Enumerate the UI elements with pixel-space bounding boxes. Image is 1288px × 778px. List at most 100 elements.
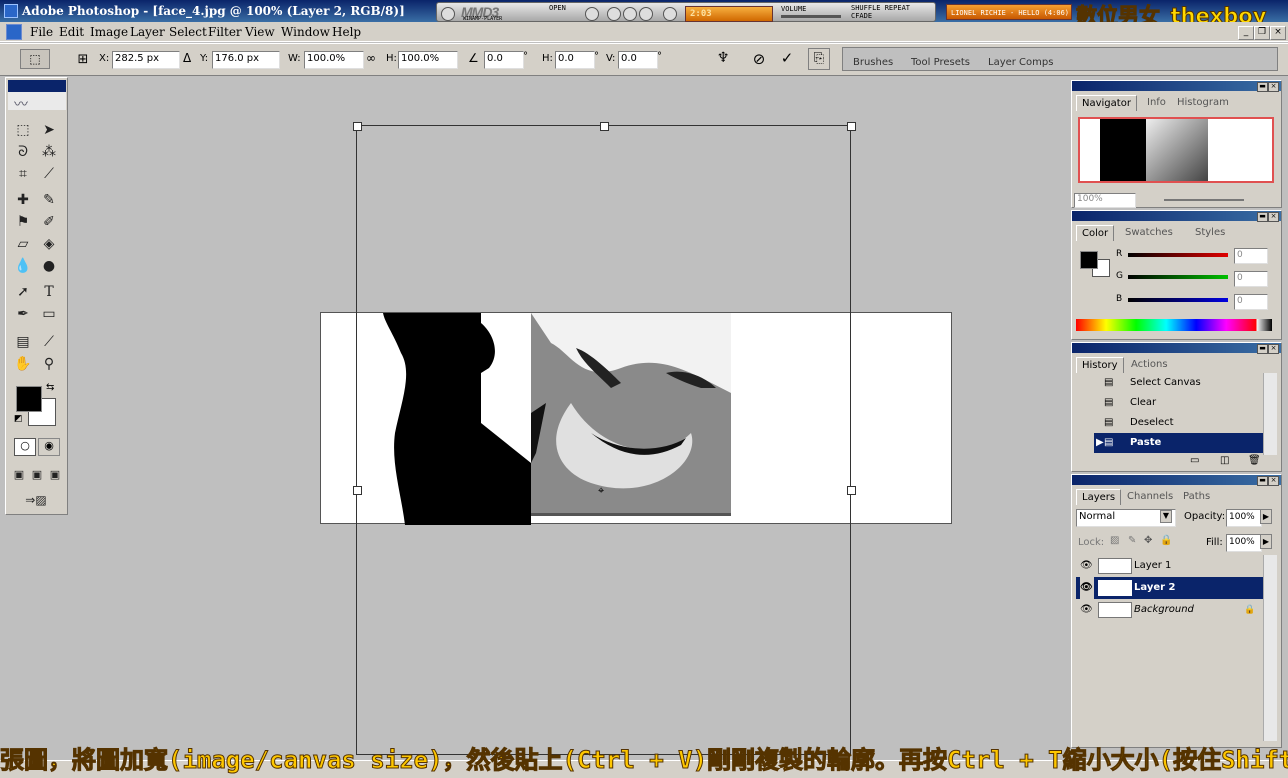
menu-view[interactable]: View: [245, 25, 275, 39]
tab-actions[interactable]: Actions: [1126, 357, 1173, 372]
navigator-zoom-field[interactable]: 100%: [1074, 193, 1136, 208]
hskew-field[interactable]: 0.0: [555, 51, 595, 69]
r-slider[interactable]: [1128, 253, 1228, 257]
blend-mode-dropdown-icon[interactable]: ▼: [1160, 510, 1172, 523]
transform-tool-preset-icon[interactable]: ⬚: [20, 49, 50, 69]
color-close-icon[interactable]: ×: [1268, 212, 1279, 222]
menu-select[interactable]: Select: [169, 25, 207, 39]
tab-histogram[interactable]: Histogram: [1172, 95, 1234, 110]
foreground-color-swatch[interactable]: [16, 386, 42, 412]
screen-mode-full-menu-icon[interactable]: ▣: [28, 464, 46, 484]
menu-help[interactable]: Help: [332, 25, 361, 39]
height-field[interactable]: 100.0%: [398, 51, 458, 69]
marquee-tool-icon[interactable]: ⬚: [12, 120, 34, 140]
visibility-eye-icon[interactable]: 👁: [1080, 599, 1093, 621]
blur-tool-icon[interactable]: 💧: [12, 256, 34, 276]
menu-layer[interactable]: Layer: [130, 25, 165, 39]
history-minimize-icon[interactable]: ▬: [1257, 344, 1268, 354]
visibility-eye-icon[interactable]: 👁: [1080, 555, 1093, 577]
transform-handle-top-left[interactable]: [353, 122, 362, 131]
stop-icon[interactable]: [639, 7, 653, 21]
reference-point-icon[interactable]: ⊞: [74, 50, 92, 68]
vskew-field[interactable]: 0.0: [618, 51, 658, 69]
opacity-field[interactable]: 100%: [1226, 509, 1262, 527]
navigator-preview[interactable]: [1078, 117, 1274, 183]
history-close-icon[interactable]: ×: [1268, 344, 1279, 354]
navigator-zoom-slider[interactable]: [1164, 199, 1244, 201]
r-field[interactable]: 0: [1234, 248, 1268, 264]
lock-all-icon[interactable]: 🔒: [1160, 535, 1172, 546]
x-field[interactable]: 282.5 px: [112, 51, 180, 69]
tab-info[interactable]: Info: [1142, 95, 1171, 110]
layers-minimize-icon[interactable]: ▬: [1257, 476, 1268, 486]
tab-channels[interactable]: Channels: [1122, 489, 1178, 504]
dodge-tool-icon[interactable]: ●: [38, 256, 60, 276]
layers-close-icon[interactable]: ×: [1268, 476, 1279, 486]
fill-field[interactable]: 100%: [1226, 534, 1262, 552]
history-item-selected[interactable]: ▶ ▤ Paste: [1094, 433, 1266, 453]
tab-navigator[interactable]: Navigator: [1076, 95, 1137, 111]
zoom-tool-icon[interactable]: ⚲: [38, 354, 60, 374]
transform-bounding-box[interactable]: [356, 125, 851, 755]
magic-wand-icon[interactable]: ⁂: [38, 142, 60, 162]
delete-state-icon[interactable]: 🗑: [1248, 455, 1261, 466]
screen-mode-full-icon[interactable]: ▣: [46, 464, 64, 484]
navigator-minimize-icon[interactable]: ▬: [1257, 82, 1268, 92]
menu-filter[interactable]: Filter: [208, 25, 242, 39]
paint-bucket-icon[interactable]: ◈: [38, 234, 60, 254]
new-snapshot-icon[interactable]: ◫: [1220, 455, 1229, 466]
eraser-tool-icon[interactable]: ▱: [12, 234, 34, 254]
history-scrollbar[interactable]: [1263, 373, 1277, 455]
next-icon[interactable]: [663, 7, 677, 21]
document-icon[interactable]: [6, 24, 22, 40]
g-slider[interactable]: [1128, 275, 1228, 279]
player-eject-icon[interactable]: [441, 7, 455, 21]
volume-slider[interactable]: [781, 15, 841, 18]
menu-file[interactable]: File: [30, 25, 53, 39]
tab-styles[interactable]: Styles: [1190, 225, 1230, 240]
b-slider[interactable]: [1128, 298, 1228, 302]
tab-history[interactable]: History: [1076, 357, 1124, 373]
crop-tool-icon[interactable]: ⌗: [12, 164, 34, 184]
color-fg-swatch[interactable]: [1080, 251, 1098, 269]
hand-tool-icon[interactable]: ✋: [12, 354, 34, 374]
pause-icon[interactable]: [623, 7, 637, 21]
color-ramp[interactable]: [1076, 319, 1272, 331]
transform-handle-top-right[interactable]: [847, 122, 856, 131]
commit-transform-icon[interactable]: ✓: [778, 49, 796, 67]
file-browser-icon[interactable]: ⎘: [808, 48, 830, 70]
tab-tool-presets[interactable]: Tool Presets: [911, 57, 970, 68]
play-icon[interactable]: [607, 7, 621, 21]
lock-position-icon[interactable]: ✥: [1144, 535, 1152, 546]
layer-row-selected[interactable]: 👁 Layer 2: [1076, 577, 1264, 599]
b-field[interactable]: 0: [1234, 294, 1268, 310]
new-document-from-state-icon[interactable]: ▭: [1190, 455, 1199, 466]
lock-transparency-icon[interactable]: ▨: [1110, 535, 1119, 546]
previous-icon[interactable]: [585, 7, 599, 21]
fill-arrow-icon[interactable]: ▶: [1260, 534, 1272, 549]
tab-layers[interactable]: Layers: [1076, 489, 1122, 505]
swap-colors-icon[interactable]: ⇆: [46, 382, 54, 393]
link-icon[interactable]: ∞: [366, 51, 376, 65]
transform-handle-right[interactable]: [847, 486, 856, 495]
tab-swatches[interactable]: Swatches: [1120, 225, 1178, 240]
history-item[interactable]: ▤ Clear: [1076, 393, 1266, 413]
type-tool-icon[interactable]: T: [38, 282, 60, 302]
transform-center-icon[interactable]: ⌖: [598, 484, 604, 498]
media-player-bar[interactable]: MMD3 WINAMP-PLAYER OPEN 2:03 VOLUME SHUF…: [436, 2, 936, 22]
quick-mask-icon[interactable]: ◉: [38, 438, 60, 456]
tab-brushes[interactable]: Brushes: [853, 57, 893, 68]
color-minimize-icon[interactable]: ▬: [1257, 212, 1268, 222]
tab-color[interactable]: Color: [1076, 225, 1115, 241]
lock-image-icon[interactable]: ✎: [1128, 535, 1136, 546]
move-tool-icon[interactable]: ➤: [38, 120, 60, 140]
history-brush-icon[interactable]: ✐: [38, 212, 60, 232]
close-icon[interactable]: ×: [1270, 26, 1286, 40]
jump-to-imageready-icon[interactable]: ⇒▨: [14, 490, 58, 510]
eyedropper-icon[interactable]: ⟋: [38, 332, 60, 352]
healing-brush-icon[interactable]: ✚: [12, 190, 34, 210]
restore-icon[interactable]: ❐: [1254, 26, 1270, 40]
slice-tool-icon[interactable]: ⟋: [38, 164, 60, 184]
layer-row[interactable]: 👁 Layer 1: [1076, 555, 1264, 577]
clone-stamp-icon[interactable]: ⚑: [12, 212, 34, 232]
